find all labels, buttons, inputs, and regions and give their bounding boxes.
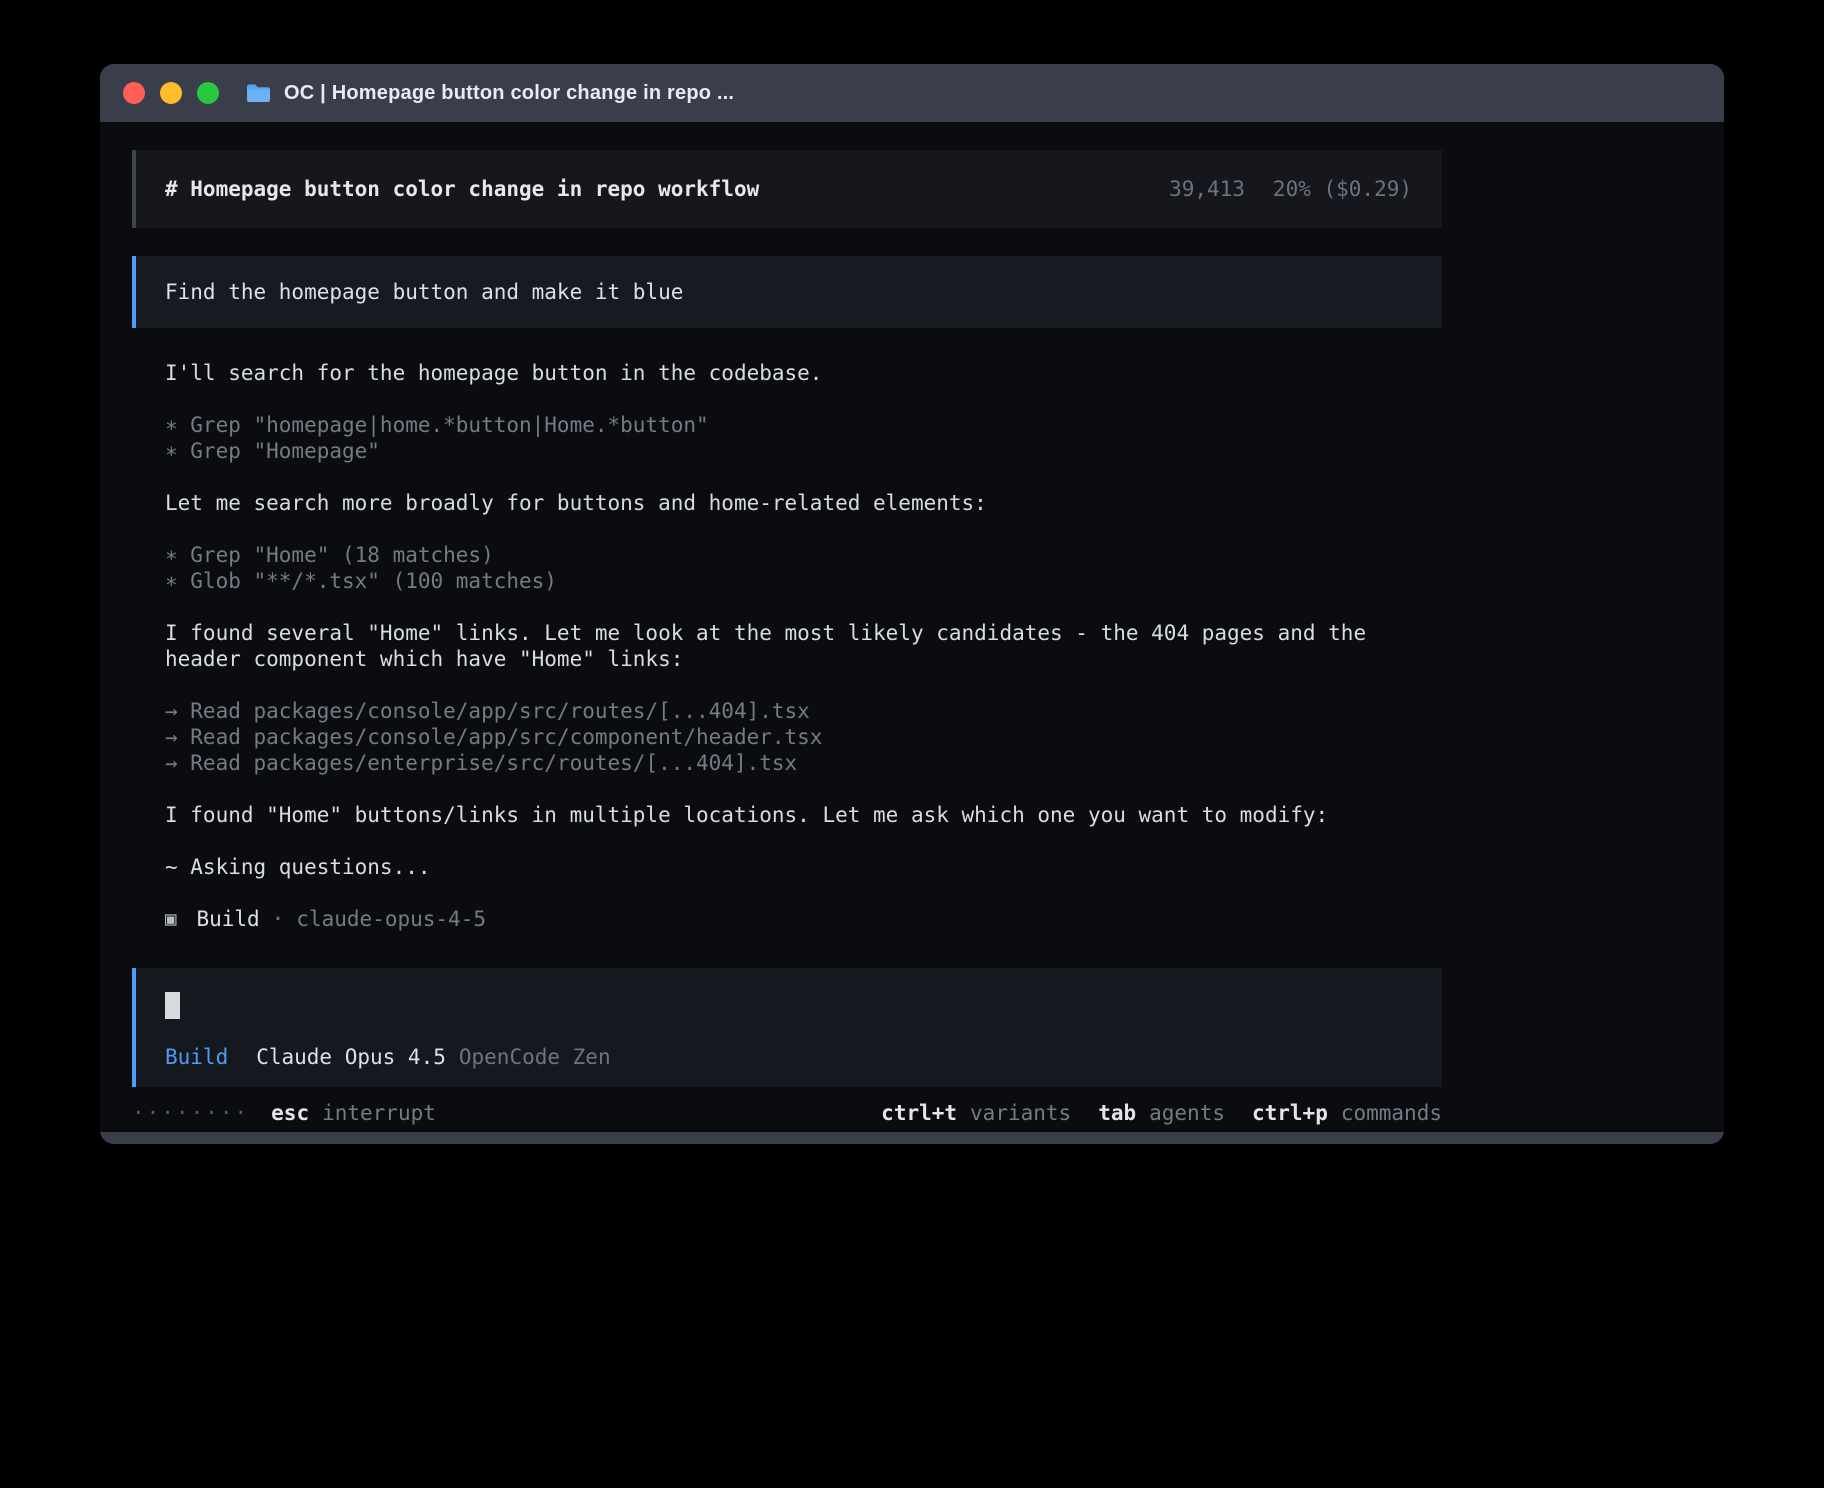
assistant-text: I found several "Home" links. Let me loo…	[165, 620, 1442, 672]
tool-call-read: → Read packages/console/app/src/routes/[…	[165, 698, 1442, 724]
shortcut-key: tab	[1098, 1101, 1136, 1125]
minimize-button[interactable]	[160, 82, 182, 104]
zoom-button[interactable]	[197, 82, 219, 104]
tool-call-group: → Read packages/console/app/src/routes/[…	[165, 698, 1442, 776]
status-left: ········ esc interrupt	[132, 1101, 436, 1125]
shortcut-commands: ctrl+p commands	[1252, 1101, 1442, 1125]
token-count: 39,413	[1169, 177, 1245, 201]
user-message: Find the homepage button and make it blu…	[132, 256, 1442, 328]
agent-mode-label[interactable]: Build	[165, 1045, 228, 1069]
window-title: OC | Homepage button color change in rep…	[284, 82, 734, 105]
esc-key-hint: esc	[271, 1101, 309, 1125]
shortcut-label: variants	[970, 1101, 1071, 1125]
shortcut-key: ctrl+t	[881, 1101, 957, 1125]
content-column: # Homepage button color change in repo w…	[132, 150, 1442, 1125]
title-group: OC | Homepage button color change in rep…	[245, 82, 734, 105]
agent-separator: ·	[272, 906, 285, 932]
esc-key-label: interrupt	[322, 1101, 436, 1125]
folder-icon	[245, 83, 272, 104]
agent-model: claude-opus-4-5	[296, 906, 486, 932]
context-usage: 20% ($0.29)	[1273, 177, 1412, 201]
assistant-text: I'll search for the homepage button in t…	[165, 360, 1442, 386]
traffic-lights	[123, 82, 219, 104]
prompt-input[interactable]: Build Claude Opus 4.5 OpenCode Zen	[132, 968, 1442, 1087]
tool-call-group: ∗ Grep "homepage|home.*button|Home.*butt…	[165, 412, 1442, 464]
session-stats: 39,413 20% ($0.29)	[1169, 177, 1412, 201]
tool-call-glob: ∗ Glob "**/*.tsx" (100 matches)	[165, 568, 1442, 594]
shortcut-variants: ctrl+t variants	[881, 1101, 1071, 1125]
tool-call-group: ∗ Grep "Home" (18 matches) ∗ Glob "**/*.…	[165, 542, 1442, 594]
tool-call-read: → Read packages/console/app/src/componen…	[165, 724, 1442, 750]
user-message-text: Find the homepage button and make it blu…	[165, 280, 683, 304]
provider-name: OpenCode Zen	[459, 1045, 611, 1069]
tool-call-read: → Read packages/enterprise/src/routes/[.…	[165, 750, 1442, 776]
agent-icon: ▣	[165, 906, 176, 932]
tool-call-grep: ∗ Grep "Homepage"	[165, 438, 1442, 464]
terminal-body: # Homepage button color change in repo w…	[100, 122, 1724, 1132]
assistant-text: I found "Home" buttons/links in multiple…	[165, 802, 1442, 828]
agent-status-row: ▣ Build · claude-opus-4-5	[165, 906, 1442, 932]
desktop-background: { "window": { "title": "OC | Homepage bu…	[0, 0, 1824, 1488]
assistant-text: Let me search more broadly for buttons a…	[165, 490, 1442, 516]
agent-name: Build	[196, 906, 259, 932]
shortcut-label: agents	[1149, 1101, 1225, 1125]
assistant-status: ~ Asking questions...	[165, 854, 1442, 880]
shortcut-key: ctrl+p	[1252, 1101, 1328, 1125]
progress-dots: ········	[132, 1101, 249, 1125]
tool-call-grep: ∗ Grep "Home" (18 matches)	[165, 542, 1442, 568]
tool-call-grep: ∗ Grep "homepage|home.*button|Home.*butt…	[165, 412, 1442, 438]
text-cursor[interactable]	[165, 992, 180, 1019]
close-button[interactable]	[123, 82, 145, 104]
terminal-window: OC | Homepage button color change in rep…	[100, 64, 1724, 1144]
session-title: # Homepage button color change in repo w…	[165, 177, 759, 201]
shortcut-agents: tab agents	[1098, 1101, 1225, 1125]
model-name[interactable]: Claude Opus 4.5	[256, 1045, 446, 1069]
status-bar: ········ esc interrupt ctrl+t variants t…	[132, 1101, 1442, 1125]
window-titlebar[interactable]: OC | Homepage button color change in rep…	[100, 64, 1724, 122]
shortcut-label: commands	[1341, 1101, 1442, 1125]
assistant-transcript: I'll search for the homepage button in t…	[132, 360, 1442, 932]
status-right: ctrl+t variants tab agents ctrl+p comman…	[881, 1101, 1442, 1125]
input-meta-row: Build Claude Opus 4.5 OpenCode Zen	[165, 1045, 1442, 1069]
session-header: # Homepage button color change in repo w…	[132, 150, 1442, 228]
